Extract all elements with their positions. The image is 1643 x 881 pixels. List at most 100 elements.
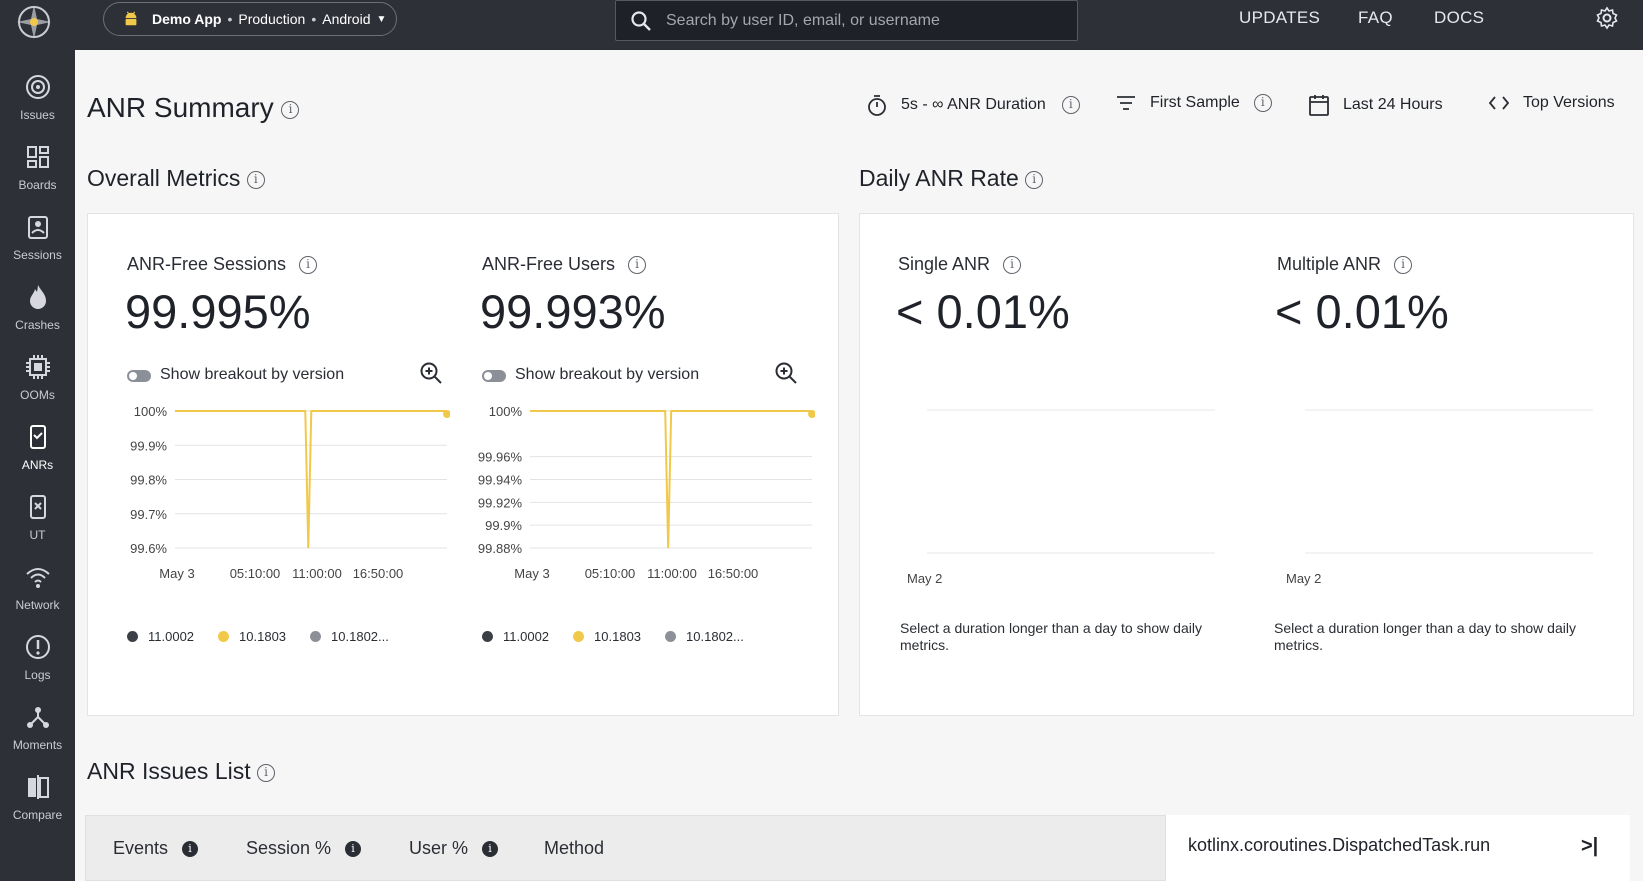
sidebar-item-label: Sessions [13,248,62,262]
info-icon[interactable]: i [345,840,362,857]
code-icon [1489,96,1509,110]
x-tick-label: May 2 [1286,571,1322,586]
info-icon[interactable]: i [1025,170,1044,189]
android-icon [125,11,137,26]
sidebar-item-ooms[interactable]: OOMs [0,352,75,424]
info-icon[interactable]: i [628,256,647,275]
single-anr-plot-area [927,409,1215,554]
users-legend: 11.0002 10.1803 10.1802... [482,629,768,644]
y-tick-label: 99.9% [485,518,522,533]
info-icon[interactable]: i [1394,256,1413,275]
sidebar-item-crashes[interactable]: Crashes [0,282,75,354]
overall-metrics-title: Overall Metrics i [87,165,265,192]
info-icon[interactable]: i [299,256,318,275]
y-tick-label: 99.96% [478,450,523,465]
breakout-toggle[interactable] [127,370,151,382]
anr-issues-list-title: ANR Issues List i [87,758,275,785]
y-tick-label: 99.92% [478,495,523,510]
sidebar-item-anrs[interactable]: ANRs [0,422,75,494]
sidebar-item-network[interactable]: Network [0,562,75,634]
info-icon[interactable]: i [182,840,199,857]
sample-filter[interactable]: First Sample i [1116,94,1272,112]
sessions-icon [27,216,48,239]
info-icon[interactable]: i [281,100,300,119]
single-anr-hint: Select a duration longer than a day to s… [900,620,1202,653]
info-icon[interactable]: i [1253,94,1272,112]
sidebar-item-label: Logs [24,668,51,682]
app-name: Demo App [152,11,222,27]
versions-filter[interactable]: Top Versions [1489,94,1615,112]
search-box[interactable] [615,0,1078,41]
legend-item[interactable]: 10.1802... [665,629,744,644]
x-tick-label: 05:10:00 [585,566,636,581]
gear-icon[interactable] [1595,6,1619,30]
legend-item[interactable]: 11.0002 [482,629,549,644]
y-tick-label: 99.6% [130,541,167,556]
app-selector[interactable]: Demo App • Production • Android ▼ [103,2,397,36]
info-icon[interactable]: i [1003,256,1022,275]
zoom-in-icon[interactable] [419,361,443,385]
y-tick-label: 100% [489,405,523,419]
filter-icon [1117,96,1135,110]
info-icon[interactable]: i [246,170,265,189]
y-tick-label: 99.94% [478,473,523,488]
sessions-chart-svg: 99.6% 99.7% 99.8% 99.9% 100% May 3 05:10:00 11:… [130,404,451,581]
x-tick-label: 11:00:00 [292,566,342,581]
sidebar-item-moments[interactable]: Moments [0,702,75,774]
y-tick-label: 99.9% [130,438,167,453]
sidebar-item-issues[interactable]: Issues [0,72,75,144]
x-tick-label: 16:50:00 [708,566,759,581]
sidebar-item-logs[interactable]: Logs [0,632,75,704]
collapse-panel-button[interactable]: >| [1581,835,1598,858]
updates-link[interactable]: UPDATES [1239,8,1320,28]
ooms-icon [25,355,50,379]
sessions-legend: 11.0002 10.1803 10.1802... [127,629,413,644]
faq-link[interactable]: FAQ [1358,8,1393,28]
logo-icon[interactable] [14,2,54,42]
platform-label: Android [322,11,371,27]
x-tick-label: May 3 [514,566,549,581]
sidebar-item-sessions[interactable]: Sessions [0,212,75,284]
legend-item[interactable]: 10.1803 [573,629,641,644]
breakout-toggle-label: Show breakout by version [515,366,700,383]
topbar: Demo App • Production • Android ▼ UPDATE… [75,0,1643,50]
issue-detail-title: kotlinx.coroutines.DispatchedTask.run [1188,835,1491,855]
sidebar-item-boards[interactable]: Boards [0,142,75,214]
date-range-filter[interactable]: Last 24 Hours [1309,94,1443,116]
stopwatch-icon [868,95,886,116]
x-tick-label: 05:10:00 [230,566,281,581]
x-tick-label: May 3 [159,566,194,581]
zoom-in-icon[interactable] [774,361,798,385]
breakout-toggle[interactable] [482,370,506,382]
column-events[interactable]: Events i [113,838,199,859]
logs-icon [25,635,50,659]
sidebar-item-label: Crashes [15,318,60,332]
single-anr-label: Single ANR i [898,254,1022,275]
single-anr-value: < 0.01% [896,285,1070,338]
sidebar-item-label: Moments [12,738,63,752]
info-icon[interactable]: i [482,840,499,857]
duration-filter[interactable]: 5s - ∞ ANR Duration i [867,94,1080,116]
legend-item[interactable]: 10.1803 [218,629,286,644]
column-user-percent[interactable]: User % i [409,838,499,859]
x-tick-label: May 2 [907,571,943,586]
sidebar-item-ut[interactable]: UT [0,492,75,564]
legend-item[interactable]: 11.0002 [127,629,194,644]
legend-item[interactable]: 10.1802... [310,629,389,644]
network-icon [25,568,50,588]
column-session-percent[interactable]: Session % i [246,838,362,859]
docs-link[interactable]: DOCS [1434,8,1484,28]
sidebar-item-label: Network [15,598,60,612]
x-tick-label: 16:50:00 [353,566,404,581]
sessions-chart: 99.6% 99.7% 99.8% 99.9% 100% May 3 05:10:00 11:… [120,404,451,600]
info-icon[interactable]: i [1061,96,1080,114]
info-icon[interactable]: i [257,763,275,782]
y-tick-label: 99.8% [130,473,167,488]
column-method[interactable]: Method [544,838,604,859]
y-tick-label: 99.88% [478,541,523,556]
sidebar-item-compare[interactable]: Compare [0,772,75,844]
y-tick-label: 100% [134,405,168,419]
search-input[interactable] [666,11,1046,30]
multiple-anr-value: < 0.01% [1275,285,1449,338]
moments-icon [26,707,49,728]
